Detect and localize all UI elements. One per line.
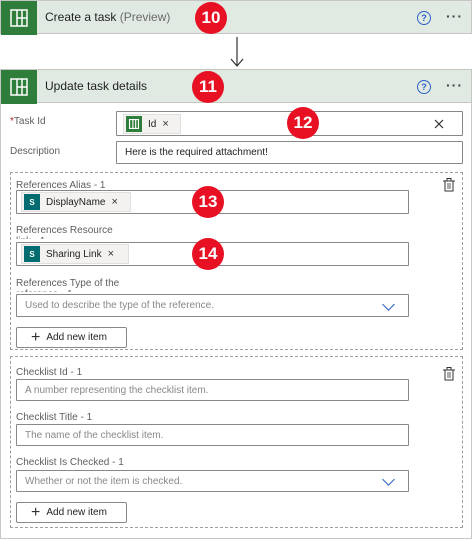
chevron-down-icon[interactable] (382, 473, 395, 486)
description-value: Here is the required attachment! (125, 147, 268, 158)
checklist-title-label: Checklist Title - 1 (16, 412, 93, 423)
displayname-token[interactable]: S DisplayName × (21, 192, 131, 212)
add-button-label: Add new item (46, 507, 107, 518)
update-task-header[interactable]: Update task details 11 ? ··· (0, 69, 472, 104)
sharepoint-icon: S (24, 246, 40, 262)
checklist-checked-dropdown[interactable]: Whether or not the item is checked. (16, 470, 409, 492)
references-resource-label: References Resource link - 1 (16, 225, 113, 239)
plus-icon: + (31, 328, 41, 346)
preview-label: (Preview) (119, 10, 171, 24)
step-badge-14: 14 (192, 238, 224, 270)
close-icon[interactable]: × (111, 196, 117, 208)
sharing-link-token[interactable]: S Sharing Link × (21, 244, 129, 264)
create-task-header[interactable]: Create a task (Preview) 10 ? ··· (0, 0, 472, 35)
planner-icon (1, 70, 37, 104)
checklist-checked-placeholder: Whether or not the item is checked. (25, 476, 183, 487)
step-badge-10: 10 (195, 2, 227, 34)
step-badge-11: 11 (192, 71, 224, 103)
id-token[interactable]: Id × (123, 114, 181, 134)
close-icon[interactable] (434, 119, 444, 129)
checklist-title-placeholder: The name of the checklist item. (25, 430, 164, 441)
add-button-label: Add new item (46, 332, 107, 343)
step-badge-13: 13 (192, 186, 224, 218)
token-label: Sharing Link (46, 248, 102, 260)
help-icon[interactable]: ? (417, 11, 431, 25)
trash-icon[interactable] (443, 367, 455, 381)
references-type-dropdown[interactable]: Used to describe the type of the referen… (16, 294, 409, 317)
type-placeholder: Used to describe the type of the referen… (25, 300, 214, 311)
add-reference-button[interactable]: + Add new item (16, 327, 127, 348)
chevron-down-icon[interactable] (382, 298, 395, 311)
checklist-id-label: Checklist Id - 1 (16, 367, 83, 378)
update-task-title: Update task details (45, 79, 148, 93)
references-type-label: References Type of the reference - 1 (16, 278, 120, 292)
help-icon[interactable]: ? (417, 80, 431, 94)
arrow-down-icon (230, 37, 244, 67)
description-label: Description (10, 146, 61, 157)
sharepoint-icon: S (24, 194, 40, 210)
planner-icon (126, 116, 142, 132)
close-icon[interactable]: × (162, 118, 168, 130)
more-icon[interactable]: ··· (446, 77, 463, 93)
step-badge-12: 12 (287, 107, 319, 139)
more-icon[interactable]: ··· (446, 8, 463, 24)
token-label: DisplayName (46, 196, 106, 208)
add-checklist-button[interactable]: + Add new item (16, 502, 127, 523)
checklist-title-field[interactable]: The name of the checklist item. (16, 424, 409, 446)
task-id-label: *Task Id (10, 116, 46, 127)
description-field[interactable]: Here is the required attachment! (116, 141, 463, 164)
trash-icon[interactable] (443, 178, 455, 192)
checklist-id-placeholder: A number representing the checklist item… (25, 385, 209, 396)
planner-icon (1, 1, 37, 35)
task-id-label-text: Task Id (13, 116, 46, 127)
plus-icon: + (31, 503, 41, 521)
close-icon[interactable]: × (108, 248, 114, 260)
create-task-title: Create a task (45, 10, 117, 24)
checklist-id-field[interactable]: A number representing the checklist item… (16, 379, 409, 401)
token-label: Id (148, 118, 157, 130)
checklist-checked-label: Checklist Is Checked - 1 (16, 457, 124, 468)
card-title: Create a task (Preview) (45, 10, 170, 24)
